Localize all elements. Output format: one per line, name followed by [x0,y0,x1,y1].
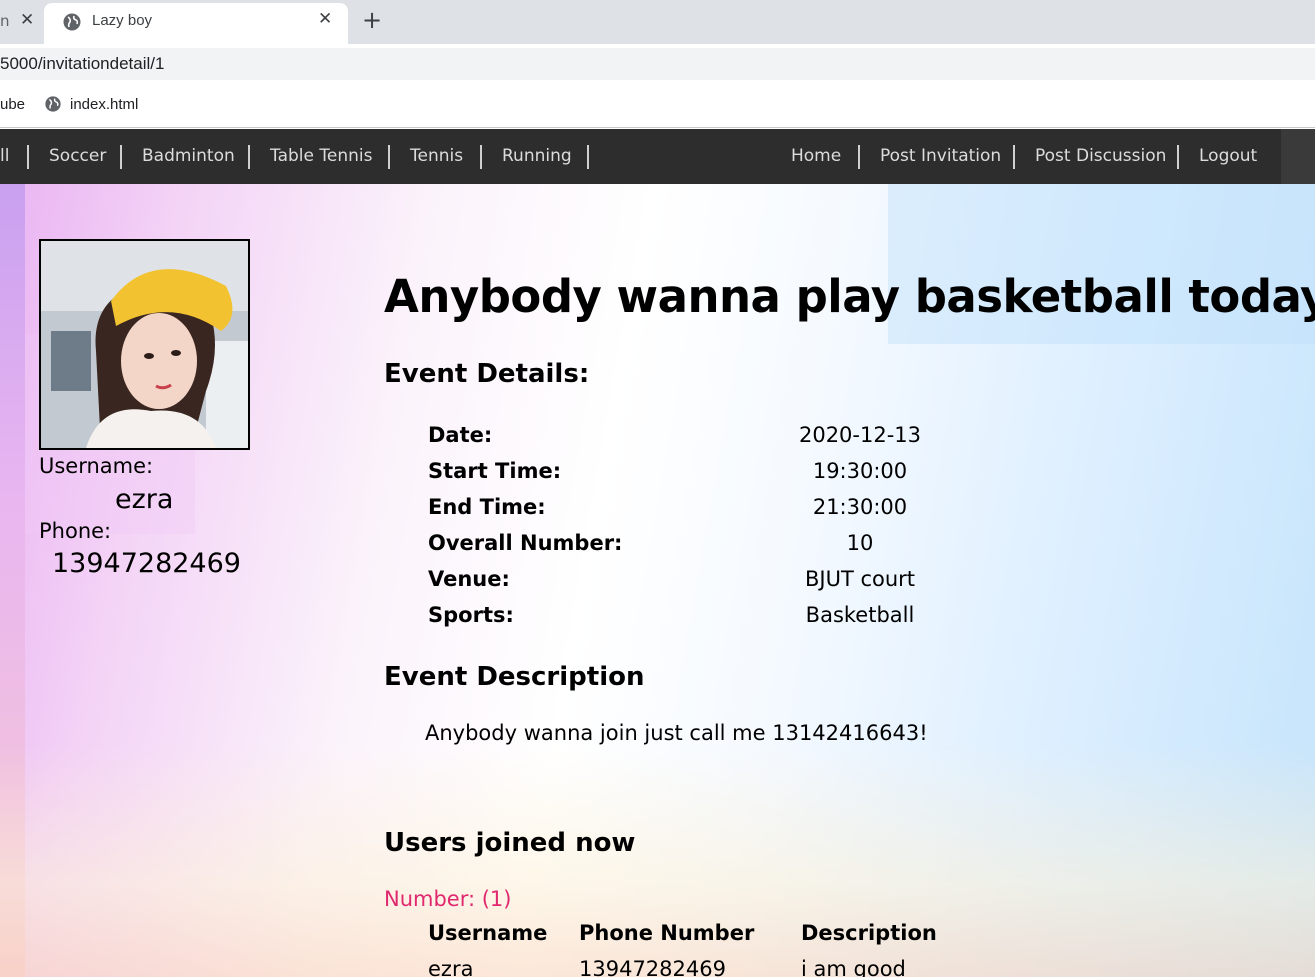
username-label: Username: [39,454,154,478]
nav-item-ball[interactable]: ll [0,146,9,166]
detail-value: Basketball [805,603,915,627]
detail-label: Venue: [428,567,510,591]
table-cell: 13947282469 [579,957,726,977]
nav-item-badminton[interactable]: Badminton [142,146,235,166]
avatar [39,239,250,450]
new-tab-button[interactable]: + [362,6,382,34]
detail-value: 2020-12-13 [798,423,922,447]
site-navbar: ll Soccer Badminton Table Tennis Tennis … [0,129,1315,184]
column-header-username: Username [428,921,548,945]
detail-label: End Time: [428,495,546,519]
tab-title: Lazy boy [92,12,153,29]
nav-divider [120,145,122,169]
globe-icon [63,13,81,31]
globe-icon [45,96,61,112]
nav-item-soccer[interactable]: Soccer [49,146,106,166]
bookmarks-bar: ube index.html [0,84,1315,128]
nav-item-home[interactable]: Home [791,146,841,166]
nav-item-post-discussion[interactable]: Post Discussion [1035,146,1166,166]
nav-divider [388,145,390,169]
detail-value: 19:30:00 [812,459,908,483]
page-content: Username: ezra Phone: 13947282469 Anybod… [0,184,1315,977]
detail-label: Date: [428,423,493,447]
nav-divider [480,145,482,169]
username-value: ezra [115,484,174,515]
detail-label: Sports: [428,603,514,627]
nav-divider [1013,145,1015,169]
event-details-heading: Event Details: [384,359,590,389]
browser-tab-bar: n ✕ Lazy boy ✕ + [0,0,1315,44]
active-tab[interactable]: Lazy boy ✕ [44,3,348,44]
column-header-description: Description [801,921,937,945]
column-header-phone: Phone Number [579,921,755,945]
address-bar: 5000/invitationdetail/1 [0,44,1315,84]
avatar-photo [41,241,248,448]
event-description: Anybody wanna join just call me 13142416… [425,721,928,745]
previous-tab-title: n [0,12,10,30]
close-icon[interactable]: ✕ [20,10,34,30]
phone-value: 13947282469 [52,548,241,579]
bookmark-item[interactable]: index.html [44,95,138,113]
table-cell: ezra [428,957,474,977]
nav-divider [858,145,860,169]
event-description-heading: Event Description [384,662,645,692]
phone-label: Phone: [39,519,112,543]
nav-item-running[interactable]: Running [502,146,572,166]
nav-item-table-tennis[interactable]: Table Tennis [270,146,372,166]
users-joined-heading: Users joined now [384,828,636,858]
navbar-edge [1281,129,1315,184]
url-text: 5000/invitationdetail/1 [0,54,165,73]
nav-divider [1177,145,1179,169]
detail-label: Overall Number: [428,531,623,555]
nav-divider [27,145,29,169]
close-icon[interactable]: ✕ [318,9,332,29]
table-cell: i am good [801,957,906,977]
url-input[interactable]: 5000/invitationdetail/1 [0,48,1315,80]
previous-tab[interactable]: n ✕ [0,8,44,38]
detail-value: 10 [846,531,874,555]
joined-count: Number: (1) [384,887,512,911]
page-title: Anybody wanna play basketball today? [384,270,1315,323]
bookmark-item[interactable]: ube [0,96,25,113]
nav-divider [248,145,250,169]
detail-label: Start Time: [428,459,562,483]
detail-value: 21:30:00 [812,495,908,519]
nav-item-logout[interactable]: Logout [1199,146,1257,166]
nav-divider [587,145,589,169]
nav-item-post-invitation[interactable]: Post Invitation [880,146,1001,166]
detail-value: BJUT court [804,567,916,591]
nav-item-tennis[interactable]: Tennis [410,146,463,166]
bookmark-label: index.html [70,96,139,113]
